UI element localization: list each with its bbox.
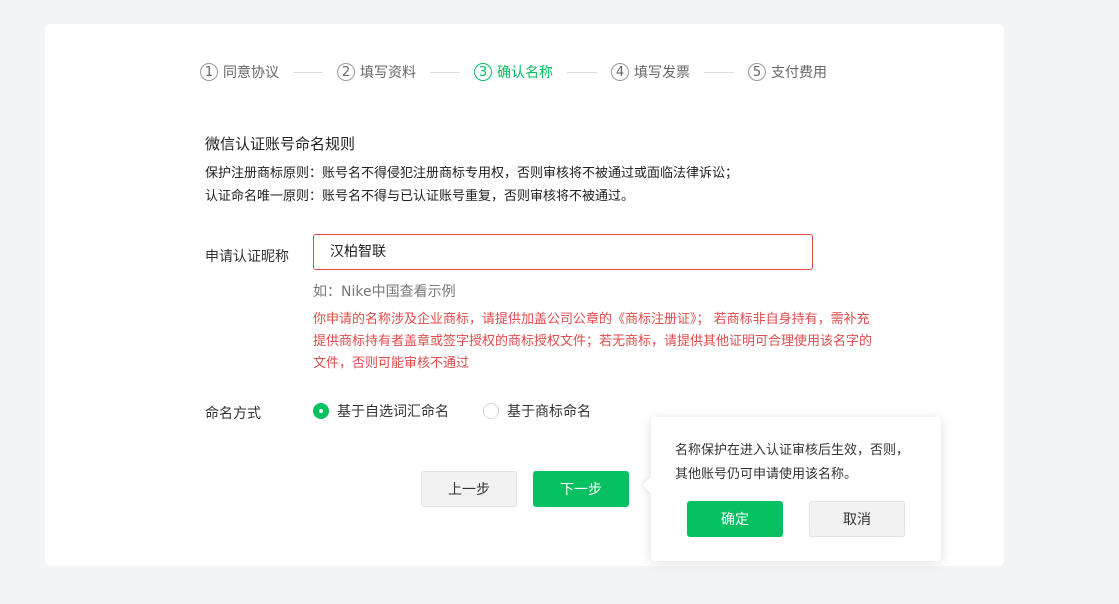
radio-checked-icon[interactable] — [313, 403, 329, 419]
naming-method-radio-group: 基于自选词汇命名 基于商标命名 — [313, 401, 625, 421]
nickname-input[interactable]: 汉柏智联 — [313, 234, 813, 270]
rule-trademark: 保护注册商标原则：账号名不得侵犯注册商标专用权，否则审核将不被通过或面临法律诉讼… — [205, 166, 739, 181]
popover-message: 名称保护在进入认证审核后生效，否则，其他账号仍可申请使用该名称。 — [675, 443, 910, 482]
popover-cancel-button[interactable]: 取消 — [809, 501, 905, 537]
nickname-example: 如：Nike中国查看示例 — [313, 284, 456, 300]
rule-unique: 认证命名唯一原则：账号名不得与已认证账号重复，否则审核将不被通过。 — [205, 189, 635, 204]
step-label: 填写发票 — [634, 65, 690, 81]
next-button[interactable]: 下一步 — [533, 471, 629, 507]
step-5: 5 支付费用 — [748, 62, 827, 82]
prev-button[interactable]: 上一步 — [421, 471, 517, 507]
step-label: 同意协议 — [223, 65, 279, 81]
step-divider — [567, 71, 597, 73]
step-label: 确认名称 — [497, 65, 553, 81]
step-divider — [293, 71, 323, 73]
confirm-popover: 名称保护在进入认证审核后生效，否则，其他账号仍可申请使用该名称。 确定 取消 — [642, 417, 941, 561]
step-divider — [430, 71, 460, 73]
step-number: 2 — [337, 63, 355, 81]
step-2: 2 填写资料 — [337, 62, 416, 82]
step-3-active: 3 确认名称 — [474, 62, 553, 82]
step-label: 支付费用 — [771, 65, 827, 81]
radio-label: 基于自选词汇命名 — [337, 404, 449, 420]
step-number: 1 — [200, 63, 218, 81]
step-indicator: 1 同意协议 2 填写资料 3 确认名称 4 填写发票 5 支付费用 — [200, 61, 827, 83]
rules-title: 微信认证账号命名规则 — [205, 135, 356, 153]
popover-confirm-button[interactable]: 确定 — [687, 501, 783, 537]
radio-trademark[interactable]: 基于商标命名 — [483, 401, 591, 421]
step-divider — [704, 71, 734, 73]
step-4: 4 填写发票 — [611, 62, 690, 82]
step-number: 3 — [474, 63, 492, 81]
step-label: 填写资料 — [360, 65, 416, 81]
nickname-label: 申请认证昵称 — [205, 249, 289, 265]
radio-custom-words[interactable]: 基于自选词汇命名 — [313, 401, 449, 421]
step-1: 1 同意协议 — [200, 62, 279, 82]
step-number: 5 — [748, 63, 766, 81]
trademark-warning: 你申请的名称涉及企业商标，请提供加盖公司公章的《商标注册证》； 若商标非自身持有… — [313, 312, 873, 371]
radio-label: 基于商标命名 — [507, 404, 591, 420]
naming-method-label: 命名方式 — [205, 406, 261, 422]
radio-unchecked-icon[interactable] — [483, 403, 499, 419]
step-number: 4 — [611, 63, 629, 81]
